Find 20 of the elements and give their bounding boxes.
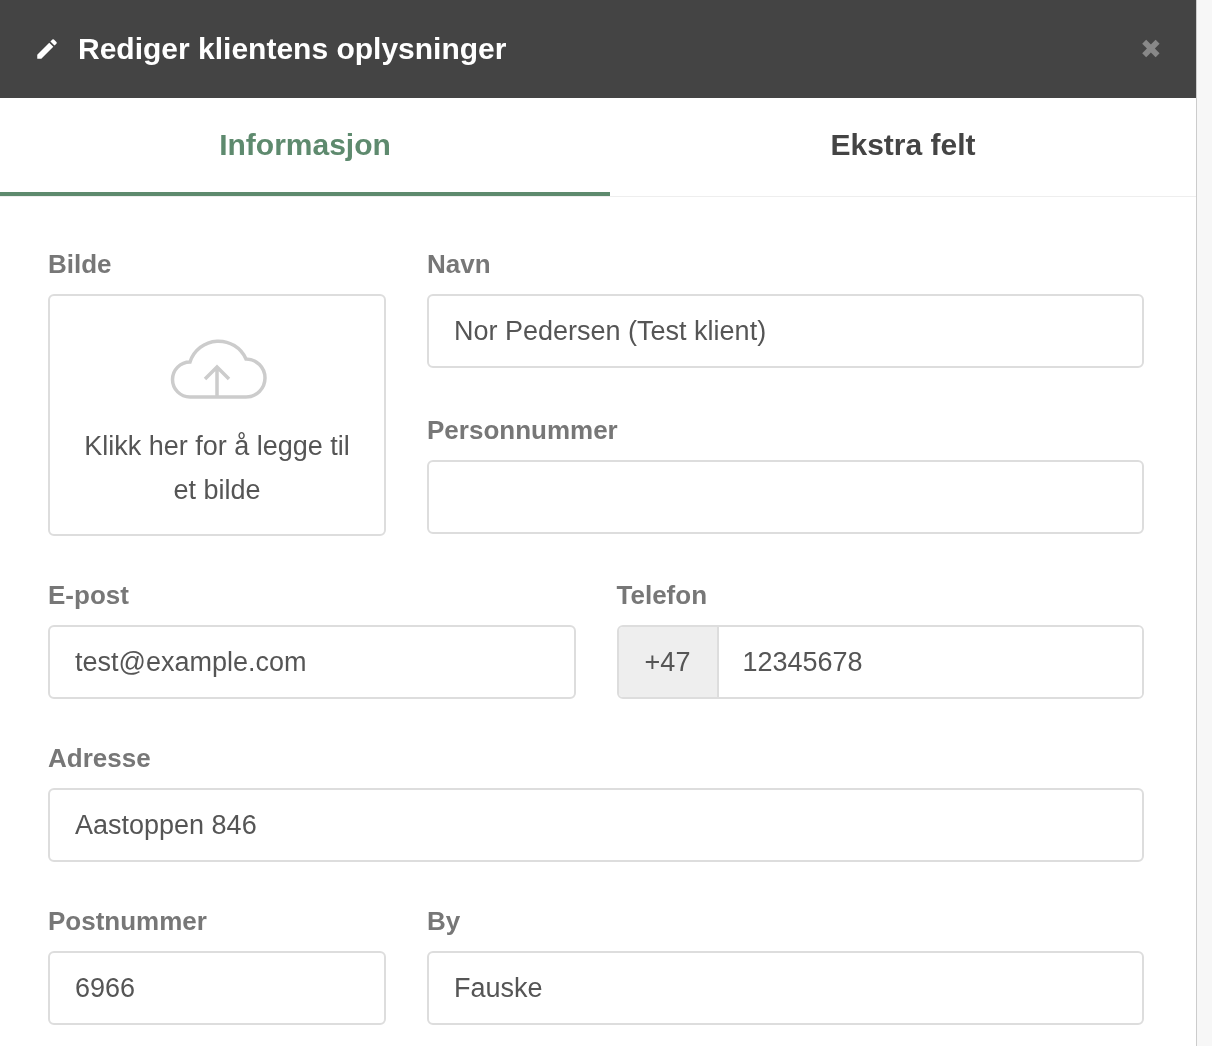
- pencil-icon: [34, 36, 60, 62]
- field-label: Bilde: [48, 249, 113, 280]
- field-label: E-post: [48, 580, 130, 611]
- tab[interactable]: Informasjon: [0, 98, 610, 196]
- field-label: Adresse: [48, 743, 152, 774]
- field-label: Postnummer: [48, 906, 208, 937]
- field-label: Telefon: [616, 580, 709, 611]
- field-label: By: [427, 906, 462, 937]
- field-label: Personnummer: [427, 414, 619, 446]
- input-field[interactable]: test@example.com: [48, 625, 576, 699]
- tab[interactable]: Ekstra felt: [610, 98, 1196, 196]
- phone-field[interactable]: +47 12345678: [616, 625, 1144, 699]
- image-upload-area[interactable]: Klikk her for å legge til et bilde: [48, 294, 386, 536]
- input-field[interactable]: 6966: [48, 951, 386, 1025]
- input-field[interactable]: [427, 459, 1144, 534]
- input-field[interactable]: Fauske: [427, 951, 1144, 1025]
- input-field[interactable]: Aastoppen 846: [48, 788, 1144, 862]
- field-label: Navn: [427, 249, 492, 280]
- input-field[interactable]: Nor Pedersen (Test klient): [427, 294, 1144, 368]
- dialog-title: Rediger klientens oplysninger: [78, 32, 508, 66]
